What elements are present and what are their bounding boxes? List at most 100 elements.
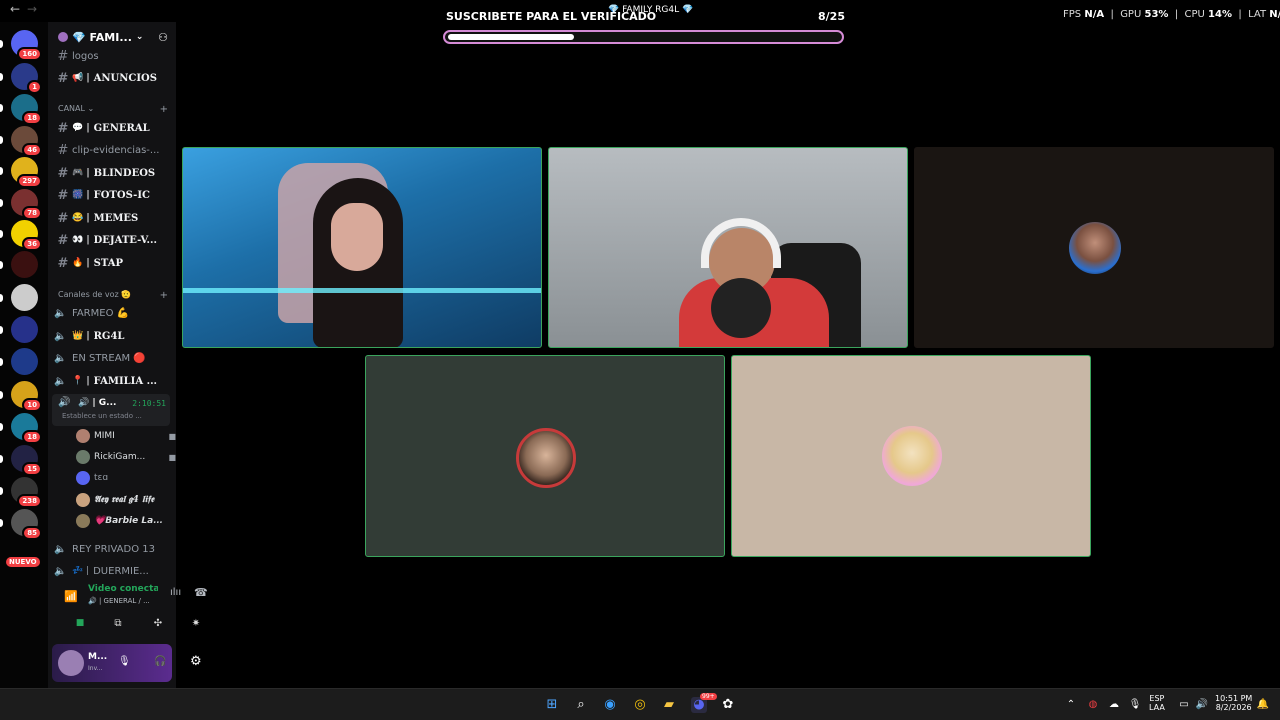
participant-3-avatar[interactable] bbox=[914, 147, 1274, 348]
voice-channel-sidebar-voice_channels-0[interactable]: 🔈 FARMEO 💪 bbox=[54, 303, 170, 323]
server-icon-12[interactable]: 18 bbox=[11, 413, 42, 444]
clock-date: 8/2/2026 bbox=[1215, 703, 1252, 712]
edge-browser-icon[interactable]: ◉ bbox=[602, 697, 618, 713]
windows-start-icon[interactable]: ⊞ bbox=[544, 697, 560, 713]
screen-share-button[interactable]: ⧉ bbox=[108, 618, 128, 632]
text-channel-sidebar-text_channels-4[interactable]: # 😂 | MEMES bbox=[54, 208, 170, 228]
camera-button[interactable]: ■ bbox=[70, 618, 90, 632]
voice-timer: 2:10:51 bbox=[132, 399, 166, 408]
text-channel-sidebar-text_channels-0[interactable]: # 💬 | GENERAL bbox=[54, 118, 170, 138]
microphone-icon[interactable]: 🎙 bbox=[118, 656, 131, 667]
participant-1-video[interactable] bbox=[182, 147, 542, 348]
voice-channel-sidebar-voice_channels_bottom-0[interactable]: 🔈 REY PRIVADO 13 bbox=[54, 539, 170, 559]
member-name: tɛɑ bbox=[94, 473, 109, 483]
chevron-up-icon[interactable]: ⌃ bbox=[1063, 697, 1079, 713]
lat-value: N/A bbox=[1269, 9, 1280, 20]
microphone-tray-icon[interactable]: 🎙 bbox=[1127, 697, 1143, 713]
server-icon-10[interactable] bbox=[11, 348, 38, 375]
headphones-icon[interactable]: 🎧 bbox=[154, 656, 166, 667]
app-icon[interactable]: ✿ bbox=[720, 697, 736, 713]
active-voice-channel[interactable]: 🔊 🔊 | G... 2:10:51 Establece un estado .… bbox=[52, 394, 170, 426]
new-badge[interactable]: NUEVO bbox=[6, 557, 40, 567]
server-icon-15[interactable]: 85 bbox=[11, 509, 42, 540]
server-icon-1[interactable]: 1 bbox=[11, 63, 42, 94]
unread-pill bbox=[0, 261, 3, 269]
text-channel-sidebar-text_channels-3[interactable]: # 🎆 | FOTOS-IC bbox=[54, 185, 170, 205]
text-channel-sidebar-text_channels-5[interactable]: # 👀 | DEJATE-V... bbox=[54, 230, 170, 250]
voice-status-input[interactable]: Establece un estado ... bbox=[62, 412, 142, 420]
user-avatar[interactable] bbox=[58, 650, 84, 676]
participant-2-video[interactable] bbox=[548, 147, 908, 348]
channel-name: FAMILIA ... bbox=[93, 375, 158, 387]
participant-5-avatar-image bbox=[882, 426, 942, 486]
file-explorer-icon[interactable]: ▰ bbox=[661, 697, 677, 713]
forward-arrow-icon[interactable]: → bbox=[27, 2, 37, 16]
voice-member[interactable]: RickiGam... ■ bbox=[76, 448, 176, 466]
discord-home-icon[interactable]: 160 bbox=[11, 30, 42, 61]
clock[interactable]: 10:51 PM 8/2/2026 bbox=[1215, 694, 1252, 712]
server-icon-11[interactable]: 10 bbox=[11, 381, 42, 412]
voice-channel-path[interactable]: 🔊 | GENERAL / ... bbox=[88, 597, 150, 605]
add-channel-icon[interactable]: + bbox=[160, 104, 168, 115]
server-icon-3[interactable]: 46 bbox=[11, 126, 42, 157]
voice-member[interactable]: tɛɑ bbox=[76, 469, 168, 487]
chevron-down-icon[interactable]: ⌄ bbox=[136, 32, 144, 42]
add-member-icon[interactable]: ⚇ bbox=[158, 31, 168, 44]
unread-badge: 10 bbox=[22, 398, 42, 412]
username[interactable]: M... bbox=[88, 652, 107, 662]
unread-pill bbox=[0, 136, 3, 144]
hash-icon: # bbox=[57, 255, 69, 271]
activities-button[interactable]: ✣ bbox=[148, 618, 168, 632]
unread-pill bbox=[0, 423, 3, 431]
channel-emoji: 📍 | bbox=[72, 376, 90, 386]
voice-channel-sidebar-voice_channels-2[interactable]: 🔈 EN STREAM 🔴 bbox=[54, 348, 170, 368]
text-channel-sidebar-channels_top-1[interactable]: # 📢 | ANUNCIOS bbox=[54, 68, 170, 88]
participant-4-avatar[interactable] bbox=[365, 355, 725, 557]
server-icon-14[interactable]: 238 bbox=[11, 477, 42, 508]
voice-channel-sidebar-voice_channels-1[interactable]: 🔈 👑 | RG4L bbox=[54, 326, 170, 346]
active-voice-emoji: 🔊 | bbox=[78, 398, 96, 408]
voice-member[interactable]: 💗𝘽𝙖𝙧𝙗𝙞𝙚 𝙇𝙖... bbox=[76, 512, 168, 530]
chrome-browser-icon[interactable]: ◎ bbox=[632, 697, 648, 713]
notification-bell-icon[interactable]: 🔔 bbox=[1255, 697, 1271, 713]
voice-member[interactable]: MIMI ■ bbox=[76, 427, 176, 445]
server-icon-13[interactable]: 15 bbox=[11, 445, 42, 476]
category-voice[interactable]: Canales de voz 🫡 + bbox=[58, 290, 168, 301]
speaker-icon: 🔈 bbox=[54, 565, 67, 577]
language-indicator[interactable]: ESP LAA bbox=[1149, 694, 1165, 712]
unread-badge: 36 bbox=[22, 237, 42, 251]
server-icon-2[interactable]: 18 bbox=[11, 94, 42, 125]
language-code: ESP bbox=[1149, 694, 1165, 703]
cpu-value: 14% bbox=[1208, 9, 1232, 20]
signal-icon[interactable]: 📶 bbox=[64, 590, 78, 603]
category-canal[interactable]: CANAL ⌄ + bbox=[58, 104, 168, 115]
server-icon-8[interactable] bbox=[11, 284, 38, 311]
volume-icon[interactable]: 🔊 bbox=[1194, 697, 1210, 713]
search-icon[interactable]: ⌕ bbox=[573, 697, 589, 713]
tray-app-icon[interactable]: ◍ bbox=[1085, 697, 1101, 713]
add-channel-icon[interactable]: + bbox=[160, 290, 168, 301]
performance-overlay: FPS N/A | GPU 53% | CPU 14% | LAT N/A bbox=[1063, 9, 1280, 20]
participant-5-avatar[interactable] bbox=[731, 355, 1091, 557]
cloud-icon[interactable]: ☁ bbox=[1106, 697, 1122, 713]
text-channel-sidebar-text_channels-2[interactable]: # 🎮 | BLINDEOS bbox=[54, 163, 170, 183]
fps-label: FPS bbox=[1063, 9, 1082, 20]
voice-channel-sidebar-voice_channels-3[interactable]: 🔈 📍 | FAMILIA ... bbox=[54, 371, 170, 391]
back-arrow-icon[interactable]: ← bbox=[10, 2, 20, 16]
unread-badge: 238 bbox=[17, 494, 42, 508]
channel-sidebar: 💎 FAMI... ⌄ ⚇ # logos # 📢 | ANUNCIOS CANAL ⌄ +… bbox=[48, 22, 208, 688]
channel-emoji: 🎮 | bbox=[72, 168, 90, 178]
text-channel-sidebar-text_channels-6[interactable]: # 🔥 | STAP bbox=[54, 253, 170, 273]
text-channel-sidebar-channels_top-0[interactable]: # logos bbox=[54, 46, 170, 66]
server-icon-5[interactable]: 78 bbox=[11, 189, 42, 220]
fps-value: N/A bbox=[1084, 9, 1105, 20]
channel-name: logos bbox=[72, 50, 99, 62]
speaker-icon: 🔈 bbox=[54, 307, 67, 319]
server-icon-7[interactable] bbox=[11, 251, 38, 278]
server-icon-6[interactable]: 36 bbox=[11, 220, 42, 251]
network-icon[interactable]: ▭ bbox=[1176, 697, 1192, 713]
voice-member[interactable]: 𝕬𝖊𝖞 𝖗𝖊𝖆𝖑 𝖌4 𝖑𝖎𝖋𝖊 bbox=[76, 491, 168, 509]
server-icon-4[interactable]: 297 bbox=[11, 157, 42, 188]
server-icon-9[interactable] bbox=[11, 316, 38, 343]
text-channel-sidebar-text_channels-1[interactable]: # clip-evidencias-... bbox=[54, 140, 170, 160]
